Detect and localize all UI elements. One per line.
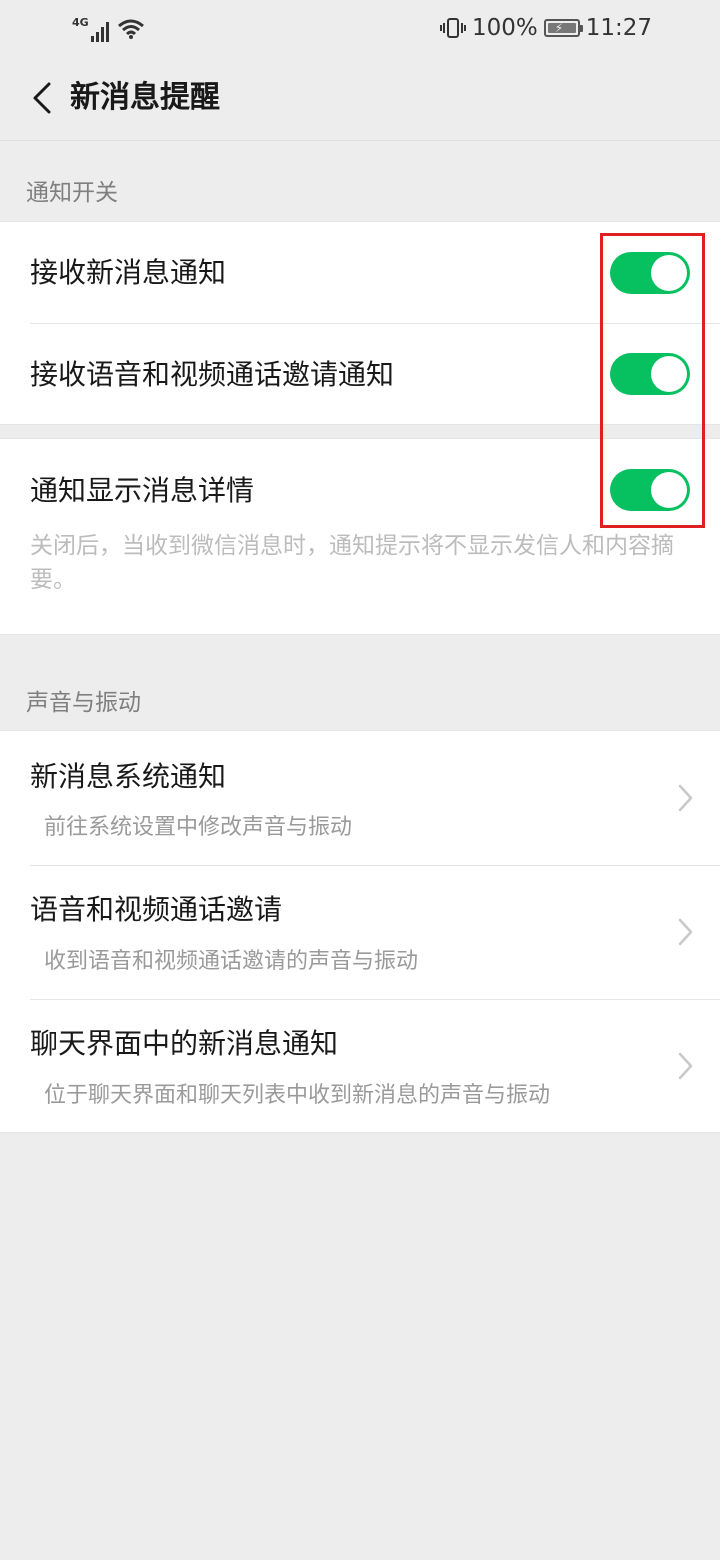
toggle-show-details[interactable] (610, 469, 690, 511)
nav-bar: 新消息提醒 (0, 56, 720, 141)
back-button[interactable] (18, 74, 66, 122)
row-label: 通知显示消息详情 (30, 474, 255, 507)
sound-vibration-group: 新消息系统通知 前往系统设置中修改声音与振动 语音和视频通话邀请 收到语音和视频… (0, 730, 720, 1133)
status-left: 4G (72, 12, 145, 42)
show-details-description: 关闭后，当收到微信消息时，通知提示将不显示发信人和内容摘要。 (30, 533, 674, 593)
row-call-invite-sound[interactable]: 语音和视频通话邀请 收到语音和视频通话邀请的声音与振动 (0, 866, 720, 999)
row-chat-new-message[interactable]: 聊天界面中的新消息通知 位于聊天界面和聊天列表中收到新消息的声音与振动 (0, 1000, 720, 1133)
row-label: 语音和视频通话邀请 (30, 893, 283, 926)
toggle-receive-call-invite[interactable] (610, 353, 690, 395)
chevron-right-icon (678, 784, 693, 812)
section-header-notify: 通知开关 (26, 180, 118, 206)
vibrate-icon (439, 18, 466, 38)
section-header-sound: 声音与振动 (26, 690, 141, 716)
row-subtitle: 收到语音和视频通话邀请的声音与振动 (44, 949, 419, 974)
row-system-notification[interactable]: 新消息系统通知 前往系统设置中修改声音与振动 (0, 731, 720, 865)
row-show-details[interactable]: 通知显示消息详情 (0, 439, 720, 539)
row-label: 接收语音和视频通话邀请通知 (30, 358, 395, 391)
page-title: 新消息提醒 (70, 80, 220, 115)
clock: 11:27 (585, 15, 652, 41)
chevron-right-icon (678, 918, 693, 946)
battery-icon: ⚡ (543, 19, 583, 37)
row-subtitle: 位于聊天界面和聊天列表中收到新消息的声音与振动 (44, 1083, 551, 1108)
battery-percent: 100% (471, 15, 538, 41)
row-label: 接收新消息通知 (30, 256, 227, 289)
chevron-left-icon (33, 82, 51, 114)
row-receive-new-message[interactable]: 接收新消息通知 (0, 222, 720, 323)
toggle-receive-new-message[interactable] (610, 252, 690, 294)
chevron-right-icon (678, 1052, 693, 1080)
notify-switch-group: 接收新消息通知 接收语音和视频通话邀请通知 (0, 221, 720, 425)
row-receive-call-invite[interactable]: 接收语音和视频通话邀请通知 (0, 324, 720, 425)
row-label: 新消息系统通知 (30, 760, 227, 793)
row-subtitle: 前往系统设置中修改声音与振动 (44, 815, 353, 840)
wifi-icon (117, 19, 144, 39)
row-label: 聊天界面中的新消息通知 (30, 1027, 339, 1060)
network-type: 4G (72, 16, 89, 29)
notify-details-group: 通知显示消息详情 关闭后，当收到微信消息时，通知提示将不显示发信人和内容摘要。 (0, 438, 720, 635)
status-bar: 4G 100% ⚡ 11:27 (0, 0, 720, 56)
status-right: 100% ⚡ 11:27 (439, 12, 652, 44)
signal-icon (90, 20, 109, 42)
